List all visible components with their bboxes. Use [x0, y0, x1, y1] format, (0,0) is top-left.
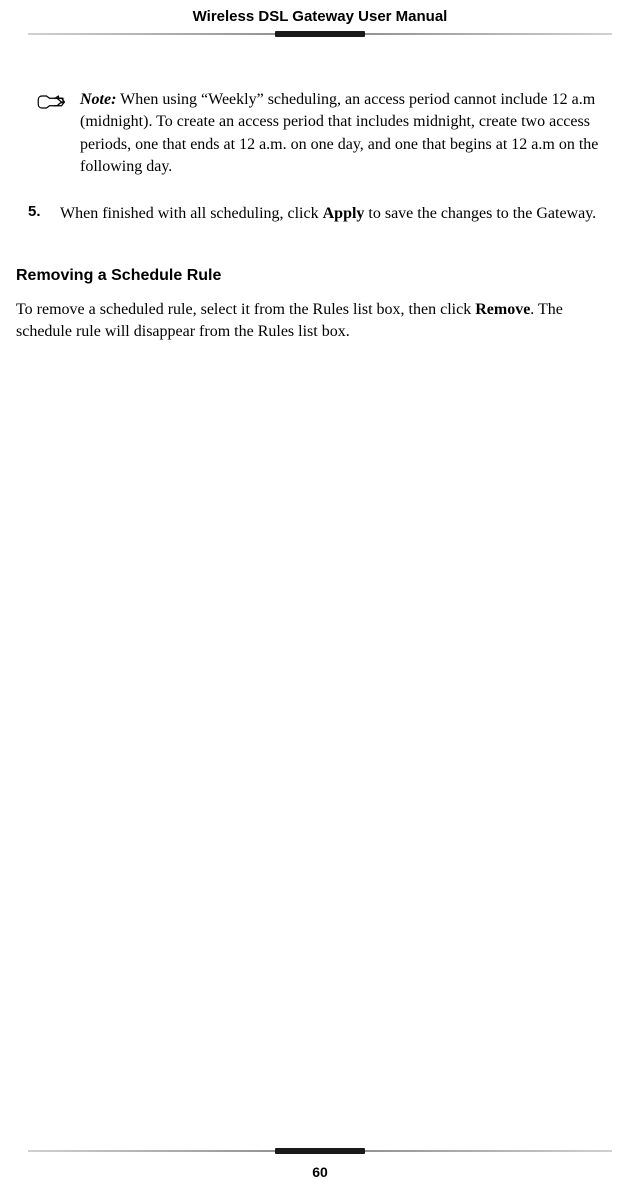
header-divider [28, 31, 612, 41]
step-text-after: to save the changes to the Gateway. [364, 205, 596, 222]
step-number: 5. [28, 203, 60, 220]
step-text-before: When finished with all scheduling, click [60, 205, 323, 222]
apply-keyword: Apply [323, 205, 365, 222]
section-heading: Removing a Schedule Rule [16, 267, 612, 285]
note-body: When using “Weekly” scheduling, an acces… [80, 91, 598, 175]
note-block: Note: When using “Weekly” scheduling, an… [28, 89, 612, 179]
pointing-hand-icon [36, 89, 80, 118]
page-number: 60 [28, 1164, 612, 1180]
note-text: Note: When using “Weekly” scheduling, an… [80, 89, 612, 179]
step-text: When finished with all scheduling, click… [60, 203, 612, 225]
page-footer: 60 [28, 1148, 612, 1180]
section-body: To remove a scheduled rule, select it fr… [16, 299, 612, 344]
page-header-title: Wireless DSL Gateway User Manual [28, 0, 612, 31]
remove-keyword: Remove [475, 301, 530, 318]
footer-divider [28, 1148, 612, 1158]
step-item: 5. When finished with all scheduling, cl… [28, 203, 612, 225]
section-text-before: To remove a scheduled rule, select it fr… [16, 301, 475, 318]
note-label: Note: [80, 91, 116, 108]
